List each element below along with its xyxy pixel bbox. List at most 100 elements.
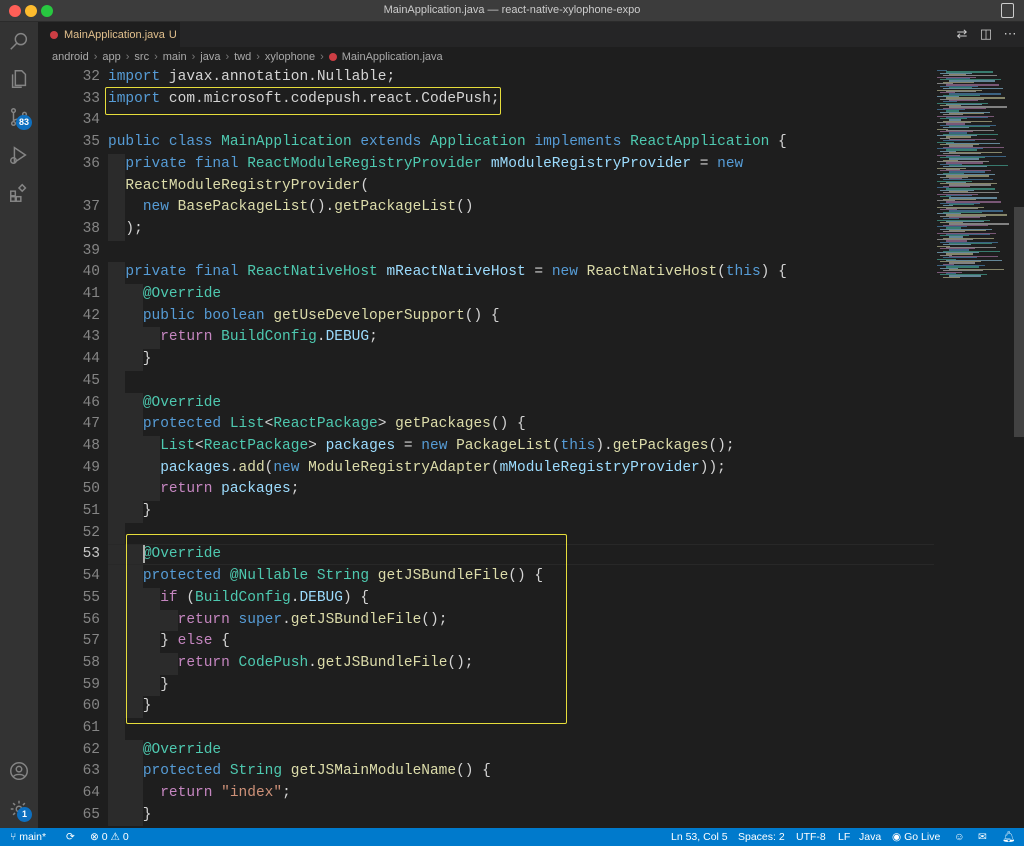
code-line[interactable]: packages.add(new ModuleRegistryAdapter(m… [108, 458, 726, 480]
code-line[interactable]: } [108, 349, 152, 371]
code-line[interactable]: protected String getJSMainModuleName() { [108, 761, 491, 783]
code-token: protected [142, 763, 230, 780]
code-token: () { [490, 416, 526, 433]
minimap-line [943, 276, 960, 278]
code-editor[interactable]: 32 33 34 35 36 37 38 39 40 41 42 43 44 45 46 47 48 49 50 51… [38, 67, 934, 828]
code-line[interactable]: ); [108, 219, 142, 241]
copilot-icon[interactable]: ☺ [954, 828, 965, 846]
sync-icon[interactable]: ⟳ [66, 828, 75, 846]
code-line[interactable]: @Override [108, 284, 221, 306]
code-token: getUseDeveloperSupport [273, 307, 465, 324]
code-line[interactable]: @Override [108, 393, 221, 415]
code-line[interactable]: protected List<ReactPackage> getPackages… [108, 414, 526, 436]
code-line[interactable]: ReactModuleRegistryProvider( [108, 176, 369, 198]
code-token: ( [360, 177, 370, 194]
error-count: 0 [101, 831, 108, 843]
encoding-setting[interactable]: UTF-8 [796, 828, 826, 846]
line-number: 47 [82, 416, 100, 433]
source-control-icon[interactable]: 83 [0, 98, 38, 136]
code-token: = [525, 264, 552, 281]
breadcrumb-item[interactable]: xylophone [265, 51, 315, 63]
code-line[interactable]: private final ReactNativeHost mReactNati… [108, 262, 786, 284]
code-token: packages [160, 459, 230, 476]
breadcrumb-item[interactable]: twd [234, 51, 251, 63]
code-token: packages [325, 437, 396, 454]
code-line[interactable]: import javax.annotation.Nullable; [108, 67, 395, 89]
code-line[interactable]: new BasePackageList().getPackageList() [108, 197, 474, 219]
line-number: 36 [82, 155, 100, 172]
code-token: () { [456, 763, 491, 780]
code-token: ModuleRegistryAdapter [308, 459, 491, 476]
line-number: 63 [82, 763, 100, 780]
code-line[interactable]: return BuildConfig.DEBUG; [108, 327, 378, 349]
code-token: MainApplication [221, 134, 352, 151]
breadcrumb-item[interactable]: MainApplication.java [342, 51, 443, 63]
line-number: 65 [82, 806, 100, 823]
settings-gear-icon[interactable]: 1 [0, 790, 38, 828]
code-line[interactable]: return packages; [108, 479, 299, 501]
code-line[interactable]: private final ReactModuleRegistryProvide… [108, 154, 743, 176]
code-line[interactable]: } [108, 501, 152, 523]
code-token: javax.annotation.Nullable; [160, 69, 396, 85]
minimap[interactable] [934, 67, 1012, 828]
feedback-icon[interactable]: ✉ [978, 828, 987, 846]
indentation-setting[interactable]: Spaces: 2 [738, 828, 785, 846]
code-token: getPackages [395, 416, 491, 433]
line-number: 59 [82, 676, 100, 693]
code-token: } [108, 351, 152, 368]
code-token: ReactModuleRegistryProvider [125, 177, 361, 194]
code-token: } [108, 503, 152, 519]
explorer-icon[interactable] [0, 60, 38, 98]
line-number: 50 [82, 481, 100, 498]
breadcrumb-item[interactable]: main [163, 51, 187, 63]
split-editor-icon[interactable]: ◫ [978, 25, 994, 43]
code-line[interactable]: public boolean getUseDeveloperSupport() … [108, 306, 500, 328]
code-line[interactable]: } [108, 805, 152, 827]
scrollbar-thumb[interactable] [1014, 207, 1024, 437]
code-token: return [160, 329, 222, 346]
code-token: ; [369, 329, 378, 346]
code-line[interactable]: List<ReactPackage> packages = new Packag… [108, 436, 734, 458]
more-actions-icon[interactable]: ⋯ [1002, 25, 1018, 43]
breadcrumb-item[interactable]: app [102, 51, 120, 63]
notifications-bell-icon[interactable]: 🔔︎ [1002, 828, 1015, 846]
breadcrumb-item[interactable]: src [134, 51, 149, 63]
branch-name: main* [19, 831, 47, 843]
vertical-scrollbar[interactable] [1012, 67, 1024, 828]
code-token: getPackageList [334, 199, 457, 216]
tab-main-application[interactable]: MainApplication.java U [38, 22, 180, 47]
search-icon[interactable] [0, 22, 38, 60]
code-token: new [273, 459, 309, 476]
branch-indicator[interactable]: ⑂ main* [10, 828, 46, 846]
cursor-position[interactable]: Ln 53, Col 5 [671, 828, 728, 846]
extensions-icon[interactable] [0, 174, 38, 212]
breadcrumb-item[interactable]: android [52, 51, 89, 63]
code-token: ). [595, 437, 613, 454]
code-token: String [229, 763, 283, 780]
accounts-icon[interactable] [0, 752, 38, 790]
eol-setting[interactable]: LF [838, 828, 850, 846]
code-token: public boolean [142, 307, 274, 324]
code-line[interactable]: @Override [108, 740, 221, 762]
layout-toggle-icon[interactable] [1001, 3, 1014, 18]
code-token: getJSMainModuleName [290, 763, 457, 780]
breadcrumb-item[interactable]: java [200, 51, 220, 63]
code-token: "index" [221, 785, 283, 802]
code-token: ReactApplication [630, 134, 770, 151]
code-line[interactable]: public class MainApplication extends App… [108, 132, 787, 154]
code-line[interactable]: return "index"; [108, 783, 291, 805]
problems-indicator[interactable]: ⊗ 0 ⚠ 0 [90, 828, 129, 846]
window-title: MainApplication.java — react-native-xylo… [383, 4, 641, 16]
go-live-button[interactable]: ◉ Go Live [892, 828, 940, 846]
java-file-icon [50, 30, 58, 39]
open-changes-icon[interactable]: ⇄ [954, 25, 970, 43]
code-token: List [160, 437, 196, 454]
run-debug-icon[interactable] [0, 136, 38, 174]
language-mode[interactable]: Java [859, 828, 881, 846]
code-token: return [160, 481, 222, 498]
line-number: 40 [82, 264, 100, 281]
line-number: 57 [82, 633, 100, 650]
